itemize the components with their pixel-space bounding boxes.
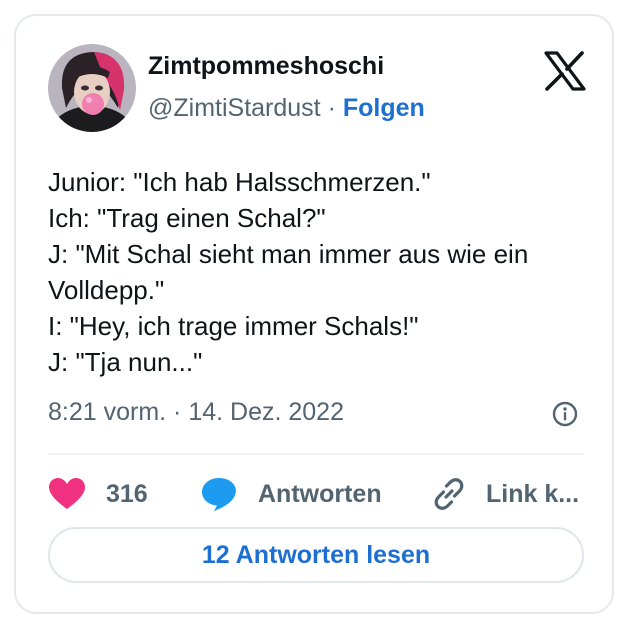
tweet-line: Ich: "Trag einen Schal?" (48, 203, 326, 233)
link-icon (434, 478, 464, 510)
avatar-image (48, 44, 136, 132)
read-replies-label: 12 Antworten lesen (201, 540, 431, 569)
tweet-line: J: "Tja nun..." (48, 347, 203, 377)
handle-line: @ZimtiStardust · Folgen (148, 94, 425, 123)
follow-button[interactable]: Folgen (343, 94, 425, 122)
x-logo-icon[interactable] (544, 51, 586, 91)
tweet-timestamp[interactable]: 8:21 vorm. · 14. Dez. 2022 (48, 398, 344, 427)
divider (48, 453, 584, 455)
copy-link-button[interactable]: Link k... (430, 474, 579, 514)
like-button[interactable]: 316 (48, 474, 148, 514)
reply-label: Antworten (258, 479, 382, 508)
tweet-text: Junior: "Ich hab Halsschmerzen." Ich: "T… (48, 164, 588, 380)
tweet-line: J: "Mit Schal sieht man immer aus wie ei… (48, 239, 529, 269)
tweet-card: Zimtpommeshoschi @ZimtiStardust · Folgen… (14, 14, 614, 614)
info-icon[interactable] (552, 401, 578, 427)
copy-link-label: Link k... (486, 479, 580, 508)
tweet-line: I: "Hey, ich trage immer Schals!" (48, 311, 419, 341)
reply-button[interactable]: Antworten (200, 474, 382, 514)
user-handle[interactable]: @ZimtiStardust (148, 94, 321, 122)
handle-separator: · (320, 94, 343, 122)
tweet-line: Volldepp." (48, 275, 165, 305)
avatar[interactable] (48, 44, 136, 132)
display-name[interactable]: Zimtpommeshoschi (148, 52, 384, 81)
speech-bubble-icon (202, 478, 236, 511)
read-replies-button[interactable]: 12 Antworten lesen (48, 527, 584, 583)
like-count: 316 (106, 479, 148, 508)
tweet-line: Junior: "Ich hab Halsschmerzen." (48, 167, 431, 197)
heart-icon (49, 478, 85, 509)
